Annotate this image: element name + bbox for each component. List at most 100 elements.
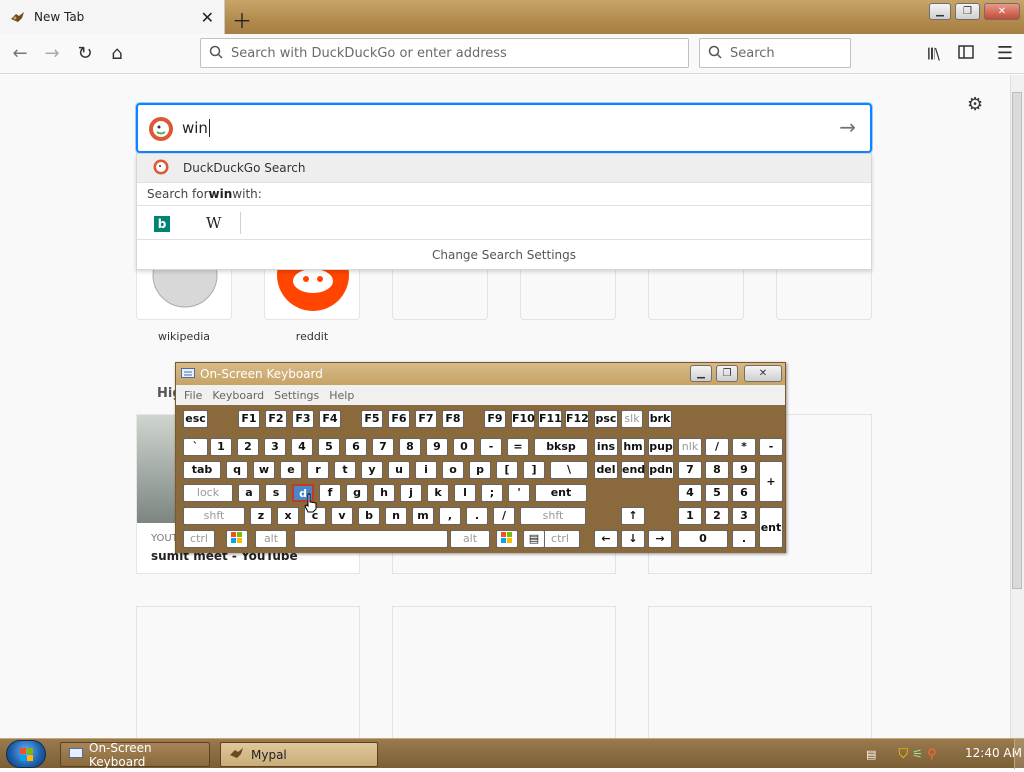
- taskbar-item-osk[interactable]: On-Screen Keyboard: [60, 741, 210, 769]
- osk-key-symbol[interactable]: .: [732, 530, 756, 548]
- osk-key-alt[interactable]: alt: [255, 530, 287, 548]
- osk-key-F12[interactable]: F12: [565, 410, 589, 428]
- osk-key-symbol[interactable]: `: [183, 438, 208, 456]
- osk-key-symbol[interactable]: ]: [523, 461, 545, 479]
- close-window-button[interactable]: ✕: [984, 3, 1020, 20]
- osk-key-symbol[interactable]: /: [705, 438, 729, 456]
- osk-key-k[interactable]: k: [427, 484, 449, 502]
- keyboard-tray-icon[interactable]: ▤: [866, 748, 876, 761]
- osk-key-i[interactable]: i: [415, 461, 437, 479]
- osk-menu-help[interactable]: Help: [329, 389, 354, 402]
- osk-key-7[interactable]: 7: [678, 461, 702, 479]
- osk-key-menu[interactable]: ▤: [523, 530, 545, 548]
- new-tab-plus-icon[interactable]: ＋: [232, 5, 252, 34]
- osk-key-t[interactable]: t: [334, 461, 356, 479]
- osk-key-j[interactable]: j: [400, 484, 422, 502]
- osk-key-h[interactable]: h: [373, 484, 395, 502]
- osk-key-symbol[interactable]: -: [480, 438, 502, 456]
- osk-key-symbol[interactable]: ,: [439, 507, 461, 525]
- osk-close-button[interactable]: ✕: [744, 365, 782, 382]
- osk-key-pup[interactable]: pup: [648, 438, 674, 456]
- osk-key-pdn[interactable]: pdn: [648, 461, 674, 479]
- osk-key-o[interactable]: o: [442, 461, 464, 479]
- osk-key-4[interactable]: 4: [678, 484, 702, 502]
- change-search-settings-button[interactable]: Change Search Settings: [137, 240, 871, 270]
- osk-key-F2[interactable]: F2: [265, 410, 287, 428]
- osk-key-symbol[interactable]: →: [648, 530, 672, 548]
- osk-key-2[interactable]: 2: [705, 507, 729, 525]
- osk-key-8[interactable]: 8: [705, 461, 729, 479]
- osk-key-ent[interactable]: ent: [759, 507, 783, 548]
- osk-key-e[interactable]: e: [280, 461, 302, 479]
- osk-key-s[interactable]: s: [265, 484, 287, 502]
- osk-key-hm[interactable]: hm: [621, 438, 645, 456]
- sidebar-icon[interactable]: [954, 42, 978, 66]
- osk-key-ent[interactable]: ent: [535, 484, 587, 502]
- osk-key-r[interactable]: r: [307, 461, 329, 479]
- osk-key-F5[interactable]: F5: [361, 410, 383, 428]
- library-icon[interactable]: 𝄃𝄃\: [922, 42, 946, 66]
- osk-key-q[interactable]: q: [226, 461, 248, 479]
- osk-menu-file[interactable]: File: [184, 389, 202, 402]
- osk-key-z[interactable]: z: [250, 507, 272, 525]
- osk-key-psc[interactable]: psc: [594, 410, 618, 428]
- osk-key-F9[interactable]: F9: [484, 410, 506, 428]
- top-site-tile-reddit[interactable]: [264, 264, 360, 320]
- search-tray-icon[interactable]: ⚲: [927, 747, 937, 762]
- scrollbar-thumb[interactable]: [1012, 92, 1022, 589]
- osk-key-ctrl[interactable]: ctrl: [183, 530, 215, 548]
- osk-key-symbol[interactable]: ;: [481, 484, 503, 502]
- osk-title-bar[interactable]: On-Screen Keyboard ▁ ❐ ✕: [176, 363, 785, 385]
- osk-key-9[interactable]: 9: [426, 438, 448, 456]
- osk-key-6[interactable]: 6: [345, 438, 367, 456]
- osk-menu-keyboard[interactable]: Keyboard: [212, 389, 264, 402]
- osk-key-lock[interactable]: lock: [183, 484, 233, 502]
- osk-key-symbol[interactable]: \: [550, 461, 588, 479]
- osk-key-symbol[interactable]: ↓: [621, 530, 645, 548]
- osk-key-end[interactable]: end: [621, 461, 645, 479]
- address-bar[interactable]: Search with DuckDuckGo or enter address: [200, 38, 689, 68]
- top-site-tile-wikipedia[interactable]: [136, 264, 232, 320]
- osk-key-4[interactable]: 4: [291, 438, 313, 456]
- osk-key-alt[interactable]: alt: [450, 530, 490, 548]
- osk-key-F6[interactable]: F6: [388, 410, 410, 428]
- osk-key-esc[interactable]: esc: [183, 410, 208, 428]
- osk-key-b[interactable]: b: [358, 507, 380, 525]
- osk-key-symbol[interactable]: ←: [594, 530, 618, 548]
- osk-key-F4[interactable]: F4: [319, 410, 341, 428]
- osk-key-a[interactable]: a: [238, 484, 260, 502]
- osk-key-space[interactable]: [294, 530, 448, 548]
- osk-key-v[interactable]: v: [331, 507, 353, 525]
- osk-key-symbol[interactable]: =: [507, 438, 529, 456]
- osk-key-tab[interactable]: tab: [183, 461, 221, 479]
- osk-key-brk[interactable]: brk: [648, 410, 672, 428]
- maximize-window-button[interactable]: ❐: [955, 3, 980, 20]
- osk-menu-settings[interactable]: Settings: [274, 389, 319, 402]
- tab-new-tab[interactable]: New Tab ✕: [0, 0, 225, 34]
- osk-key-9[interactable]: 9: [732, 461, 756, 479]
- osk-key-g[interactable]: g: [346, 484, 368, 502]
- osk-key-u[interactable]: u: [388, 461, 410, 479]
- reload-icon[interactable]: ↻: [73, 42, 97, 66]
- hamburger-menu-icon[interactable]: ☰: [993, 42, 1017, 66]
- osk-key-shft[interactable]: shft: [183, 507, 245, 525]
- osk-key-shft[interactable]: shft: [520, 507, 586, 525]
- osk-key-windows-left[interactable]: [226, 530, 248, 548]
- osk-key-1[interactable]: 1: [210, 438, 232, 456]
- osk-key-F8[interactable]: F8: [442, 410, 464, 428]
- osk-key-symbol[interactable]: -: [759, 438, 783, 456]
- osk-key-7[interactable]: 7: [372, 438, 394, 456]
- osk-key-symbol[interactable]: [: [496, 461, 518, 479]
- osk-key-y[interactable]: y: [361, 461, 383, 479]
- osk-key-F11[interactable]: F11: [538, 410, 562, 428]
- home-icon[interactable]: ⌂: [105, 42, 129, 66]
- osk-key-F1[interactable]: F1: [238, 410, 260, 428]
- osk-key-w[interactable]: w: [253, 461, 275, 479]
- osk-key-ins[interactable]: ins: [594, 438, 618, 456]
- osk-key-F10[interactable]: F10: [511, 410, 535, 428]
- osk-key-bksp[interactable]: bksp: [534, 438, 588, 456]
- go-arrow-icon[interactable]: →: [839, 115, 856, 139]
- osk-key-slk[interactable]: slk: [621, 410, 643, 428]
- osk-key-1[interactable]: 1: [678, 507, 702, 525]
- osk-key-nlk[interactable]: nlk: [678, 438, 702, 456]
